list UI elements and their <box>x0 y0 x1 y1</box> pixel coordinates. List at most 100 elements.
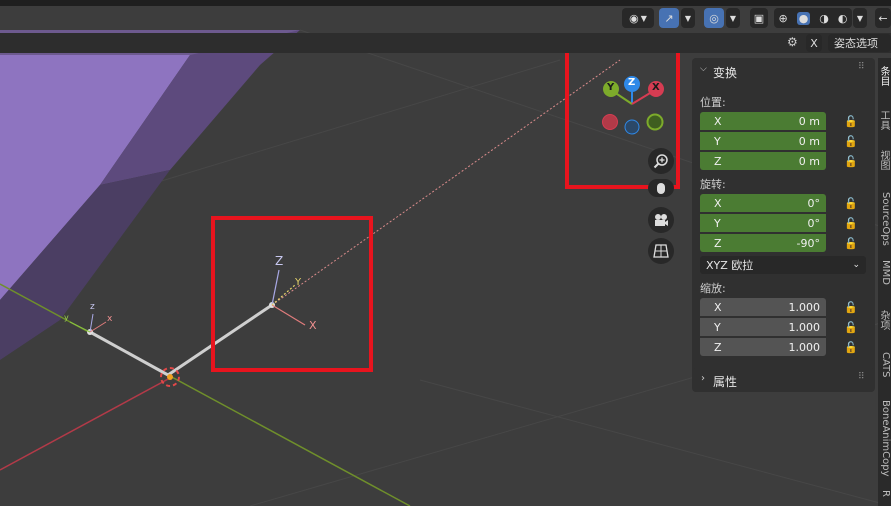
lock-icon[interactable]: 🔓 <box>844 217 858 231</box>
header-row-2 <box>0 33 891 53</box>
bone-a-z-label: z <box>90 302 95 312</box>
chevron-down-icon: ⌵ <box>700 64 707 74</box>
camera-view-button[interactable] <box>648 207 674 233</box>
axis-label: X <box>714 196 722 210</box>
material-shading-icon[interactable]: ◑ <box>819 12 829 25</box>
drag-handle-icon[interactable]: ⠿ <box>858 62 865 72</box>
pose-options-label: 姿态选项 <box>834 37 878 50</box>
bone-a-y-label: y <box>64 313 69 322</box>
tab-mmd[interactable]: MMD <box>878 260 891 294</box>
x-mirror-toggle[interactable]: X <box>806 34 822 52</box>
camera-icon <box>655 214 668 226</box>
wireframe-shading-icon[interactable]: ⊕ <box>778 12 787 25</box>
visibility-dropdown[interactable]: ◉ ▼ <box>622 8 654 28</box>
eye-icon: ◉ <box>629 11 639 25</box>
transform-header[interactable]: ⌵ 变换 ⠿ <box>692 58 875 82</box>
scale-x-field[interactable]: X 1.000 <box>700 298 826 316</box>
axis-label: X <box>714 300 722 314</box>
gizmo-y-label: Y <box>607 82 615 93</box>
hand-icon <box>657 183 665 194</box>
tab-r[interactable]: R <box>878 490 891 504</box>
location-label: 位置: <box>700 96 726 109</box>
lock-icon[interactable]: 🔓 <box>844 115 858 129</box>
scale-z-field[interactable]: Z 1.000 <box>700 338 826 356</box>
drag-handle-icon[interactable]: ⠿ <box>858 372 865 382</box>
chevron-right-icon: › <box>701 373 705 384</box>
bone-b-z-label: Z <box>275 254 284 268</box>
collapse-header-button[interactable]: ← <box>875 8 891 28</box>
y-axis-line <box>0 283 411 506</box>
properties-panel-header[interactable]: › 属性 ⠿ <box>692 368 875 392</box>
bone-a-x-label: x <box>107 314 113 324</box>
axis-label: Y <box>714 320 721 334</box>
lock-icon[interactable]: 🔓 <box>844 135 858 149</box>
lock-icon[interactable]: 🔓 <box>844 197 858 211</box>
bone-segment-b[interactable] <box>167 303 273 377</box>
field-value: -90° <box>796 236 820 250</box>
transform-title: 变换 <box>713 66 738 80</box>
lock-icon[interactable]: 🔓 <box>844 301 858 315</box>
rotation-mode-select[interactable]: XYZ 欧拉 ⌄ <box>700 256 866 274</box>
chevron-down-icon: ▼ <box>640 13 647 23</box>
properties-title: 属性 <box>713 375 738 389</box>
xray-toggle-button[interactable]: ▣ <box>750 8 768 28</box>
transform-panel: ⌵ 变换 ⠿ 位置: X0 m Y0 m Z0 m 🔓 🔓 🔓 旋转: X 0° … <box>692 58 875 388</box>
tab-cats[interactable]: CATS <box>878 352 891 392</box>
tab-sourceops[interactable]: SourceOps <box>878 192 891 250</box>
overlay-toggle-button[interactable]: ◎ <box>704 8 724 28</box>
chevron-down-icon: ▼ <box>856 13 864 23</box>
location-z-field[interactable]: Z 0 m <box>700 152 826 170</box>
field-value: 0° <box>807 196 821 210</box>
axis-label: X <box>714 114 722 128</box>
shading-dropdown[interactable]: ▼ <box>853 8 867 28</box>
scale-y-field[interactable]: Y 1.000 <box>700 318 826 336</box>
rotation-z-field[interactable]: Z -90° <box>700 234 826 252</box>
mirror-icon[interactable]: ⚙ <box>787 35 798 49</box>
scale-label: 缩放: <box>700 282 726 295</box>
solid-shading-icon[interactable]: ● <box>796 11 811 25</box>
field-value: 1.000 <box>788 300 821 314</box>
tab-item[interactable]: 条目 <box>878 66 891 106</box>
axis-label: Y <box>714 216 721 230</box>
axis-label: Z <box>714 340 722 354</box>
rendered-shading-icon[interactable]: ◐ <box>838 12 848 25</box>
field-value: 1.000 <box>788 340 821 354</box>
gizmo-toggle-button[interactable]: ↗ <box>659 8 679 28</box>
pose-options-menu[interactable]: 姿态选项 <box>828 34 891 52</box>
location-x-field[interactable]: X 0 m <box>700 112 826 130</box>
pan-button[interactable] <box>648 179 674 197</box>
field-value: 0 m <box>798 134 820 148</box>
bone-segment-a[interactable] <box>89 330 169 377</box>
lock-icon[interactable]: 🔓 <box>844 341 858 355</box>
tab-view[interactable]: 视图 <box>878 150 891 182</box>
top-edge-bar <box>0 0 891 6</box>
rotation-label: 旋转: <box>700 178 726 191</box>
tab-misc[interactable]: 杂项 <box>878 310 891 340</box>
tab-tool[interactable]: 工具 <box>878 110 891 142</box>
overlay-dropdown[interactable]: ▼ <box>726 8 740 28</box>
field-value: 0 m <box>798 114 820 128</box>
field-value: 0° <box>807 216 821 230</box>
lock-icon[interactable]: 🔓 <box>844 237 858 251</box>
tab-boneanimcopy[interactable]: BoneAnimCopy <box>878 400 891 480</box>
perspective-toggle-button[interactable] <box>648 238 674 264</box>
axis-label: Z <box>714 154 722 168</box>
gizmo-dropdown[interactable]: ▼ <box>681 8 695 28</box>
zoom-button[interactable] <box>648 148 674 174</box>
field-value: 0 m <box>798 154 820 168</box>
field-value: 1.000 <box>788 320 821 334</box>
lock-icon[interactable]: 🔓 <box>844 321 858 335</box>
3d-cursor-center <box>167 374 173 380</box>
gizmo-icon: ↗ <box>664 11 674 25</box>
lock-icon[interactable]: 🔓 <box>844 155 858 169</box>
sidebar-tabs: 条目 工具 视图 SourceOps MMD 杂项 CATS BoneAnimC… <box>878 58 891 506</box>
xray-icon: ▣ <box>753 11 765 25</box>
zoom-icon <box>653 154 668 169</box>
shading-mode-group[interactable]: ⊕ ● ◑ ◐ <box>774 8 852 28</box>
gizmo-z-label: Z <box>628 77 636 88</box>
location-y-field[interactable]: Y 0 m <box>700 132 826 150</box>
chevron-down-icon: ▼ <box>729 13 737 23</box>
arrow-left-icon: ← <box>878 11 888 25</box>
rotation-x-field[interactable]: X 0° <box>700 194 826 212</box>
rotation-y-field[interactable]: Y 0° <box>700 214 826 232</box>
